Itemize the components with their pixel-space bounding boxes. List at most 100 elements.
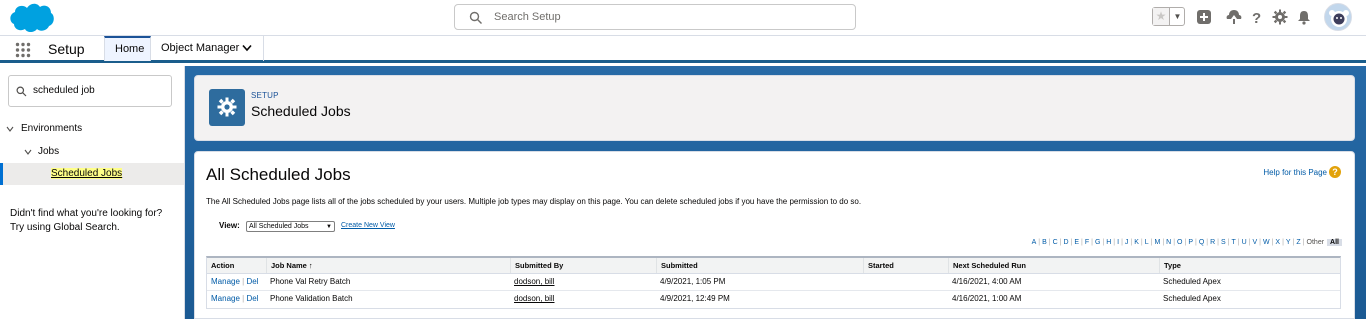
favorites-dropdown-icon[interactable]: ▼ xyxy=(1171,8,1184,25)
create-new-view-link[interactable]: Create New View xyxy=(341,222,395,229)
hint-line-1: Didn't find what you're looking for? xyxy=(10,208,163,219)
help-icon[interactable]: ? xyxy=(1249,9,1265,25)
scheduled-jobs-panel: All Scheduled Jobs Help for this Page ? … xyxy=(194,151,1355,319)
salesforce-logo[interactable] xyxy=(9,2,54,33)
favorites-star-icon[interactable]: ★ xyxy=(1153,8,1170,25)
tab-home[interactable]: Home xyxy=(104,36,151,61)
alpha-filter-c[interactable]: C xyxy=(1053,239,1058,246)
col-header-job-name[interactable]: Job Name ↑ xyxy=(266,258,510,273)
quick-find-value: scheduled job xyxy=(33,85,95,96)
alpha-filter-w[interactable]: W xyxy=(1263,239,1270,246)
alpha-filter-all[interactable]: All xyxy=(1327,239,1342,246)
alpha-filter-k[interactable]: K xyxy=(1134,239,1139,246)
tab-object-manager[interactable]: Object Manager xyxy=(151,36,264,61)
astro-avatar-icon xyxy=(1325,4,1351,30)
col-header-action: Action xyxy=(211,261,235,270)
delete-link[interactable]: Del xyxy=(246,294,258,303)
avatar[interactable] xyxy=(1324,3,1352,31)
tree-item-environments[interactable]: Environments xyxy=(21,123,82,134)
col-header-type[interactable]: Type xyxy=(1159,258,1342,273)
setup-gear-icon[interactable] xyxy=(1272,9,1288,25)
alpha-separator: | xyxy=(1070,239,1073,246)
global-search-hint: Didn't find what you're looking for? Try… xyxy=(10,207,180,235)
alpha-filter-p[interactable]: P xyxy=(1188,239,1193,246)
alpha-filter-a[interactable]: A xyxy=(1032,239,1037,246)
alpha-separator: | xyxy=(1227,239,1230,246)
alpha-separator: | xyxy=(1113,239,1116,246)
hint-line-2: Try using Global Search. xyxy=(10,222,120,233)
alpha-filter-t[interactable]: T xyxy=(1231,239,1235,246)
context-bar: Setup Home Object Manager xyxy=(0,36,1366,63)
gear-icon xyxy=(217,97,237,117)
alpha-filter-e[interactable]: E xyxy=(1074,239,1079,246)
alpha-filter-z[interactable]: Z xyxy=(1296,239,1300,246)
alpha-filter-m[interactable]: M xyxy=(1154,239,1160,246)
app-name: Setup xyxy=(48,41,85,57)
alpha-separator: | xyxy=(1121,239,1123,246)
delete-link[interactable]: Del xyxy=(246,277,258,286)
tree-item-scheduled-jobs[interactable]: Scheduled Jobs xyxy=(0,163,184,185)
alpha-separator: | xyxy=(1282,239,1284,246)
notifications-bell-icon[interactable] xyxy=(1296,9,1312,25)
alpha-filter-s[interactable]: S xyxy=(1221,239,1226,246)
chevron-down-icon[interactable] xyxy=(6,125,14,133)
alpha-filter-r[interactable]: R xyxy=(1210,239,1215,246)
help-for-this-page-link[interactable]: Help for this Page xyxy=(1263,168,1327,177)
tab-object-manager-label: Object Manager xyxy=(161,42,240,54)
job-name-cell: Phone Val Retry Batch xyxy=(270,277,351,286)
col-header-submitted-by[interactable]: Submitted By xyxy=(510,258,656,273)
alpha-separator: | xyxy=(1302,239,1305,246)
search-icon xyxy=(16,86,27,97)
alpha-separator: | xyxy=(1217,239,1219,246)
alpha-filter-l[interactable]: L xyxy=(1145,239,1149,246)
trailhead-icon[interactable] xyxy=(1226,9,1242,25)
col-header-next-run[interactable]: Next Scheduled Run xyxy=(948,258,1159,273)
quick-find-input[interactable]: scheduled job xyxy=(8,75,172,107)
alpha-filter-y[interactable]: Y xyxy=(1286,239,1291,246)
alpha-filter-x[interactable]: X xyxy=(1275,239,1280,246)
chevron-down-icon[interactable] xyxy=(24,148,32,156)
page-eyebrow: SETUP xyxy=(251,91,279,100)
alpha-separator: | xyxy=(1059,239,1062,246)
alpha-filter-i[interactable]: I xyxy=(1117,239,1119,246)
started-cell xyxy=(863,274,948,290)
action-separator: | xyxy=(242,294,245,303)
add-icon[interactable] xyxy=(1196,9,1212,25)
alpha-filter-h[interactable]: H xyxy=(1106,239,1111,246)
alpha-separator: | xyxy=(1102,239,1105,246)
alpha-separator: | xyxy=(1091,239,1093,246)
chevron-down-icon[interactable] xyxy=(242,44,252,52)
alpha-filter-b[interactable]: B xyxy=(1042,239,1047,246)
svg-text:?: ? xyxy=(1252,10,1261,25)
tree-item-jobs[interactable]: Jobs xyxy=(38,146,59,157)
action-cell: Manage | Del xyxy=(207,274,266,290)
alpha-filter-q[interactable]: Q xyxy=(1199,239,1204,246)
tab-home-label: Home xyxy=(115,43,145,55)
setup-search-box[interactable]: Search Setup xyxy=(454,4,856,30)
submitted-by-link[interactable]: dodson, bill xyxy=(514,277,554,286)
list-title: All Scheduled Jobs xyxy=(206,165,351,184)
alpha-separator: | xyxy=(1271,239,1274,246)
alpha-filter-n[interactable]: N xyxy=(1166,239,1171,246)
col-header-submitted[interactable]: Submitted xyxy=(656,258,863,273)
alpha-filter-j[interactable]: J xyxy=(1125,239,1129,246)
help-circle-icon[interactable]: ? xyxy=(1329,166,1341,178)
view-select[interactable]: All Scheduled Jobs ▼ xyxy=(246,221,335,232)
alpha-filter-other[interactable]: Other xyxy=(1307,239,1325,246)
alpha-filter-f[interactable]: F xyxy=(1085,239,1089,246)
app-launcher-icon[interactable] xyxy=(15,42,31,58)
alpha-filter-d[interactable]: D xyxy=(1063,239,1068,246)
next-run-cell: 4/16/2021, 4:00 AM xyxy=(952,277,1022,286)
alpha-filter-u[interactable]: U xyxy=(1242,239,1247,246)
alpha-separator: | xyxy=(1237,239,1240,246)
col-header-started[interactable]: Started xyxy=(863,258,948,273)
alpha-filter-g[interactable]: G xyxy=(1095,239,1100,246)
submitted-by-link[interactable]: dodson, bill xyxy=(514,294,554,303)
tree-item-scheduled-jobs-label: Scheduled Jobs xyxy=(51,168,123,179)
manage-link[interactable]: Manage xyxy=(211,294,240,303)
manage-link[interactable]: Manage xyxy=(211,277,240,286)
setup-left-nav: scheduled job Environments Jobs Schedule… xyxy=(0,66,185,319)
alpha-filter-o[interactable]: O xyxy=(1177,239,1182,246)
favorites-button[interactable]: ★ ▼ xyxy=(1152,7,1185,26)
alpha-filter-v[interactable]: V xyxy=(1252,239,1257,246)
